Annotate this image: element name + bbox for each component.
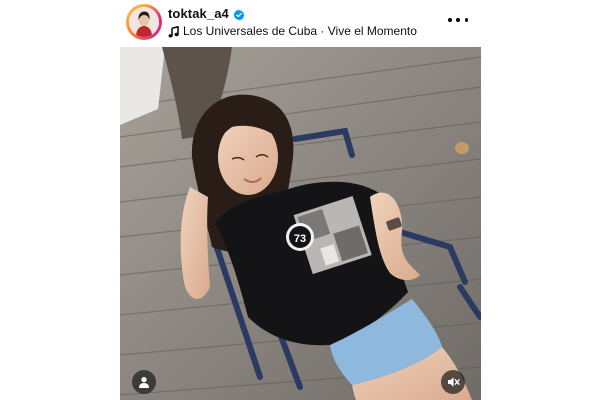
user-tag-icon — [139, 377, 149, 388]
more-options-button[interactable] — [448, 12, 468, 28]
shirt-print-number: 73 — [294, 233, 306, 245]
more-options-icon — [448, 18, 452, 22]
verified-badge-icon — [233, 8, 245, 20]
tagged-people-button[interactable] — [132, 370, 156, 394]
audio-separator: · — [317, 24, 328, 38]
story-ring[interactable] — [126, 4, 162, 40]
post-media[interactable]: 73 — [120, 47, 481, 400]
audio-title[interactable]: Vive el Momento — [328, 24, 417, 38]
instagram-post: toktak_a4 Los Universales de Cuba · Vive… — [0, 0, 600, 400]
audio-muted-button[interactable] — [441, 370, 465, 394]
audio-artist[interactable]: Los Universales de Cuba — [183, 24, 317, 38]
music-note-icon — [168, 25, 179, 38]
username-link[interactable]: toktak_a4 — [168, 6, 229, 21]
audio-attribution[interactable]: Los Universales de Cuba · Vive el Moment… — [168, 24, 417, 38]
username-row: toktak_a4 — [168, 6, 245, 21]
speaker-muted-icon — [447, 377, 460, 387]
post-header: toktak_a4 Los Universales de Cuba · Vive… — [120, 0, 482, 46]
avatar[interactable] — [129, 7, 159, 37]
